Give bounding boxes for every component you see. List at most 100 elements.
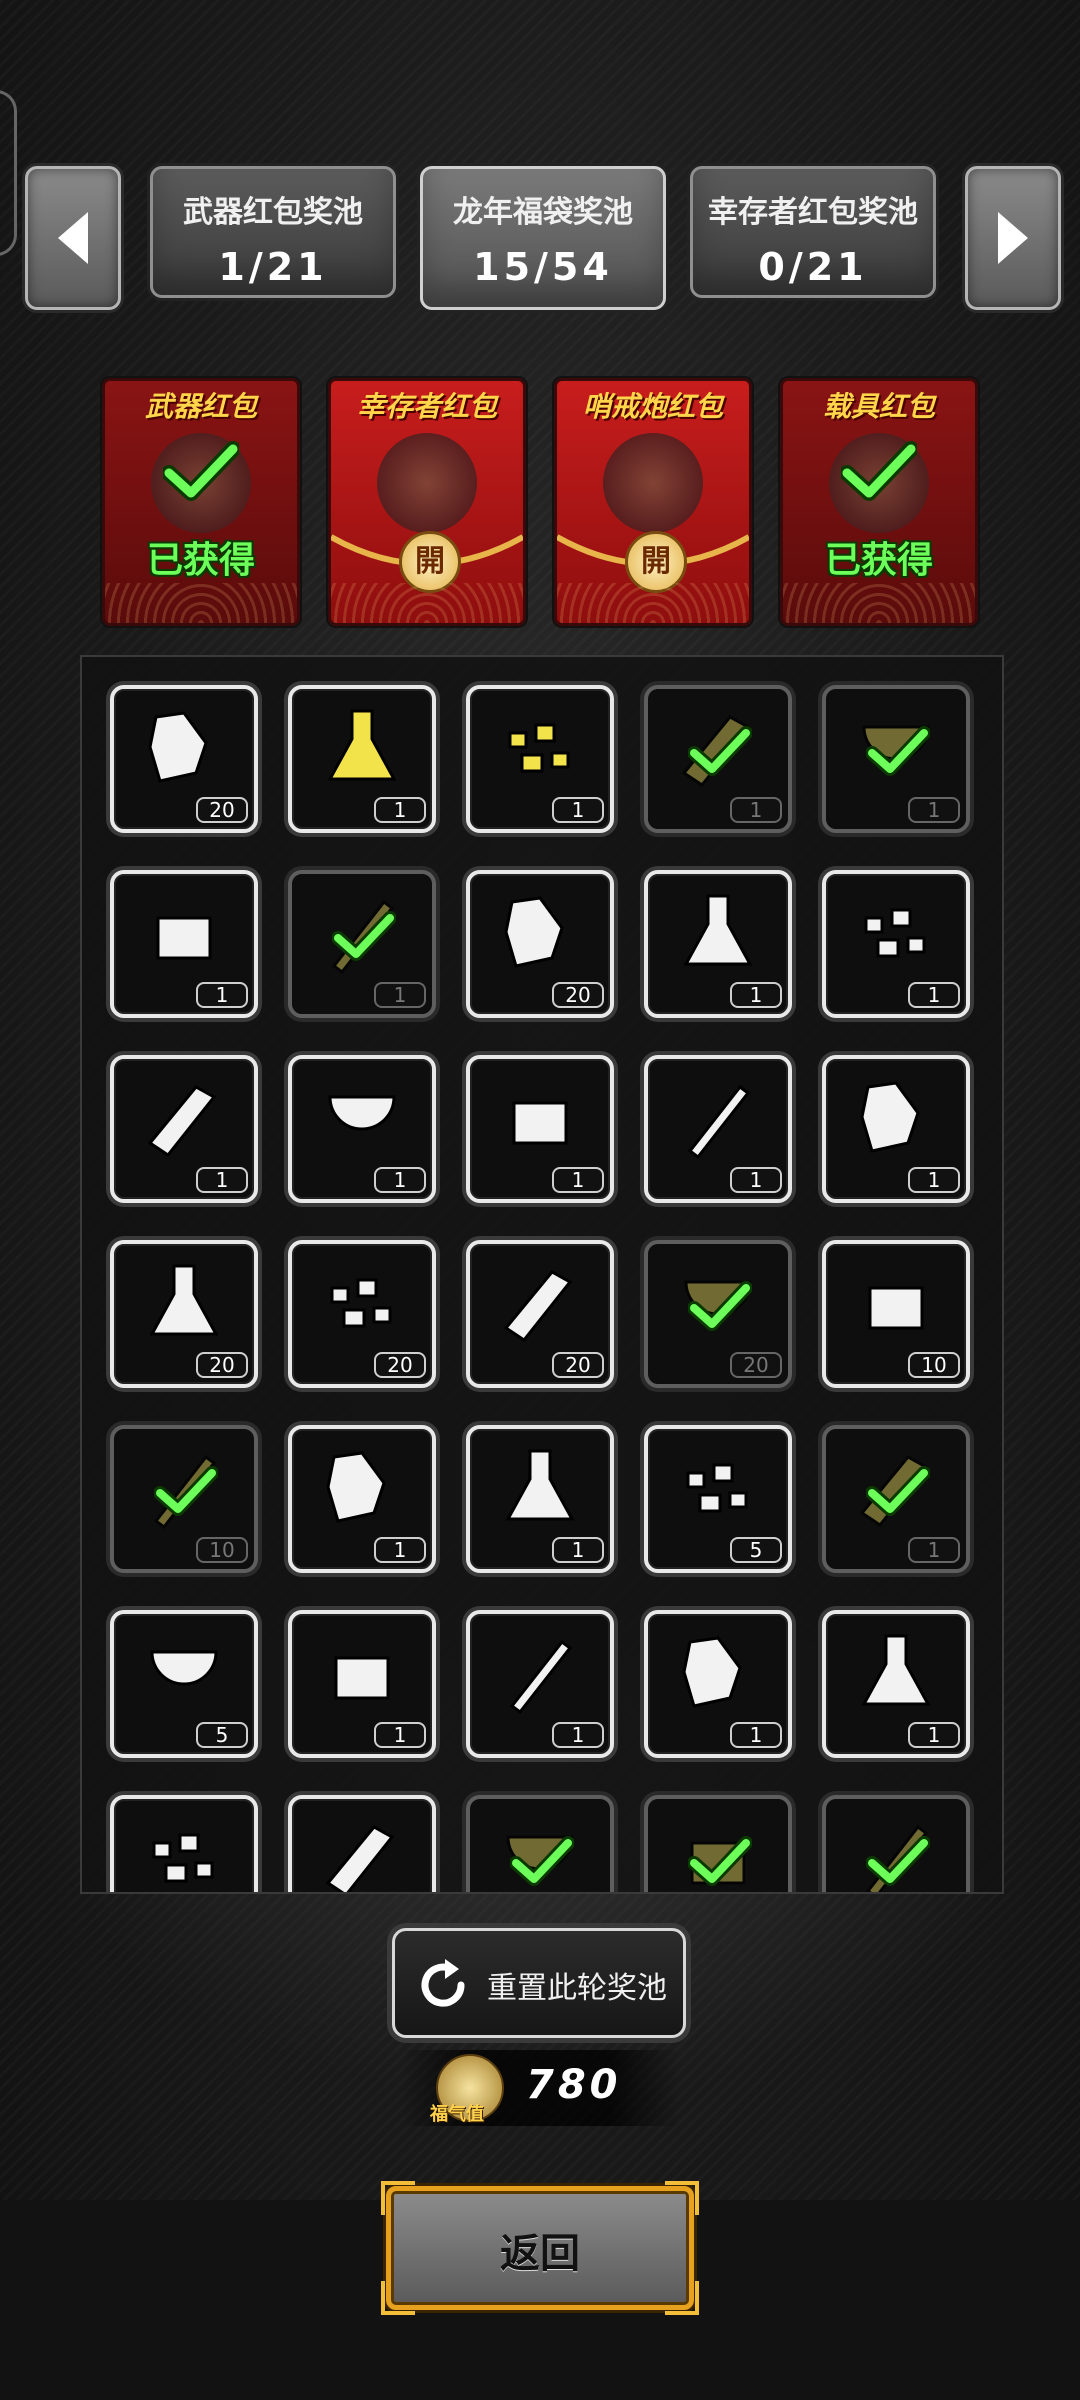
reward-item[interactable]: 1 (644, 685, 792, 833)
reward-item[interactable]: 1 (644, 1610, 792, 1758)
tab-progress: 15/54 (473, 245, 613, 289)
checkmark-icon (688, 726, 752, 776)
reward-item[interactable]: 1 (288, 1425, 436, 1573)
reward-item[interactable]: 10 (822, 1240, 970, 1388)
item-quantity: 1 (374, 982, 426, 1008)
survivor-art-icon (377, 433, 477, 533)
fuel-barrel-icon (503, 1270, 573, 1343)
checkmark-icon (332, 911, 396, 961)
reward-item[interactable]: 20 (644, 1240, 792, 1388)
prev-pool-button[interactable] (25, 166, 121, 310)
checkmark-icon (154, 1466, 218, 1516)
back-label: 返回 (500, 2231, 580, 2277)
item-quantity: 1 (730, 982, 782, 1008)
reward-item[interactable] (644, 1795, 792, 1892)
checkmark-icon (866, 726, 930, 776)
item-quantity: 10 (196, 1537, 248, 1563)
envelope-status: 已获得 (146, 540, 255, 581)
item-quantity: 1 (552, 1167, 604, 1193)
item-quantity: 1 (730, 1722, 782, 1748)
pen-icon (868, 1286, 924, 1330)
reward-item[interactable]: 1 (288, 1055, 436, 1203)
reward-item[interactable] (288, 1795, 436, 1892)
reward-item[interactable]: 1 (822, 1425, 970, 1573)
reward-item-grid[interactable]: 20 1 1 1 1 1 1 20 1 1 1 1 1 1 1 20 20 20 20 10 10 1 1 5 1 5 1 1 1 1 (80, 655, 1004, 1894)
reward-item[interactable]: 20 (110, 1240, 258, 1388)
envelope-survivor[interactable]: 幸存者红包 開 (328, 378, 526, 626)
next-pool-button[interactable] (965, 166, 1061, 310)
reset-pool-button[interactable]: 重置此轮奖池 (392, 1928, 686, 2038)
checkmark-icon (841, 441, 917, 501)
gold-nuggets-icon (508, 723, 570, 773)
reward-item[interactable]: 1 (288, 685, 436, 833)
reward-item[interactable]: 1 (466, 1425, 614, 1573)
reward-item[interactable]: 1 (822, 870, 970, 1018)
flask-icon (327, 709, 397, 781)
envelope-vehicle[interactable]: 载具红包 已获得 (780, 378, 978, 626)
skewers-icon (334, 1656, 390, 1700)
battery-icon (149, 1264, 219, 1336)
tab-progress: 0/21 (758, 245, 868, 289)
envelope-title: 武器红包 (144, 390, 257, 423)
reward-item[interactable]: 1 (466, 685, 614, 833)
silver-bar-icon (504, 896, 564, 968)
envelope-title: 哨戒炮红包 (582, 390, 723, 423)
coffee-cup-icon (512, 1101, 568, 1145)
reward-item[interactable]: 1 (822, 1610, 970, 1758)
reward-item[interactable] (466, 1795, 614, 1892)
reward-item[interactable]: 1 (822, 685, 970, 833)
reward-item[interactable]: 10 (110, 1425, 258, 1573)
tab-label: 龙年福袋奖池 (453, 195, 633, 230)
gold-bars-icon (683, 894, 753, 966)
reward-item[interactable]: 1 (288, 1610, 436, 1758)
reward-item[interactable]: 1 (822, 1055, 970, 1203)
item-quantity: 1 (552, 1722, 604, 1748)
reward-item[interactable] (822, 1795, 970, 1892)
reward-item[interactable]: 1 (466, 1610, 614, 1758)
reward-item[interactable]: 5 (110, 1610, 258, 1758)
item-quantity: 1 (374, 1167, 426, 1193)
reward-item[interactable]: 1 (644, 870, 792, 1018)
edge-decoration (0, 90, 17, 256)
food-bowl-icon (328, 1095, 396, 1131)
item-quantity: 1 (908, 797, 960, 823)
item-quantity: 1 (374, 797, 426, 823)
reward-item[interactable]: 1 (110, 1055, 258, 1203)
tab-survivor-pool[interactable]: 幸存者红包奖池 0/21 (690, 166, 936, 298)
item-quantity: 1 (730, 1167, 782, 1193)
envelope-title: 幸存者红包 (356, 390, 497, 423)
cloth-icon (156, 916, 212, 960)
envelope-weapon[interactable]: 武器红包 已获得 (102, 378, 300, 626)
wave-pattern (557, 583, 749, 623)
reward-item[interactable]: 1 (466, 1055, 614, 1203)
reward-item[interactable]: 1 (644, 1055, 792, 1203)
checkmark-icon (866, 1466, 930, 1516)
tab-weapon-pool[interactable]: 武器红包奖池 1/21 (150, 166, 396, 298)
reward-item[interactable]: 1 (288, 870, 436, 1018)
corner-ornament (665, 2281, 699, 2315)
reward-item[interactable]: 20 (466, 1240, 614, 1388)
item-quantity: 1 (908, 1167, 960, 1193)
wave-pattern (783, 583, 975, 623)
wave-pattern (105, 583, 297, 623)
corner-ornament (381, 2281, 415, 2315)
tab-label: 幸存者红包奖池 (708, 195, 918, 230)
back-button[interactable]: 返回 (381, 2181, 699, 2315)
lucky-value: 780 (526, 2062, 622, 2108)
item-quantity: 1 (730, 797, 782, 823)
envelope-sentry-gun[interactable]: 哨戒炮红包 開 (554, 378, 752, 626)
wave-pattern (331, 583, 523, 623)
reward-item[interactable]: 20 (466, 870, 614, 1018)
tab-dragon-year-pool[interactable]: 龙年福袋奖池 15/54 (420, 166, 666, 310)
reward-item[interactable] (110, 1795, 258, 1892)
item-quantity: 1 (908, 1537, 960, 1563)
checkmark-icon (866, 1836, 930, 1886)
reward-item[interactable]: 1 (110, 870, 258, 1018)
arrow-left-icon (58, 212, 88, 264)
reward-item[interactable]: 5 (644, 1425, 792, 1573)
net-icon (150, 1650, 218, 1686)
reset-label: 重置此轮奖池 (487, 1971, 667, 2006)
reward-item[interactable]: 20 (110, 685, 258, 833)
jar-icon (505, 1449, 575, 1521)
reward-item[interactable]: 20 (288, 1240, 436, 1388)
